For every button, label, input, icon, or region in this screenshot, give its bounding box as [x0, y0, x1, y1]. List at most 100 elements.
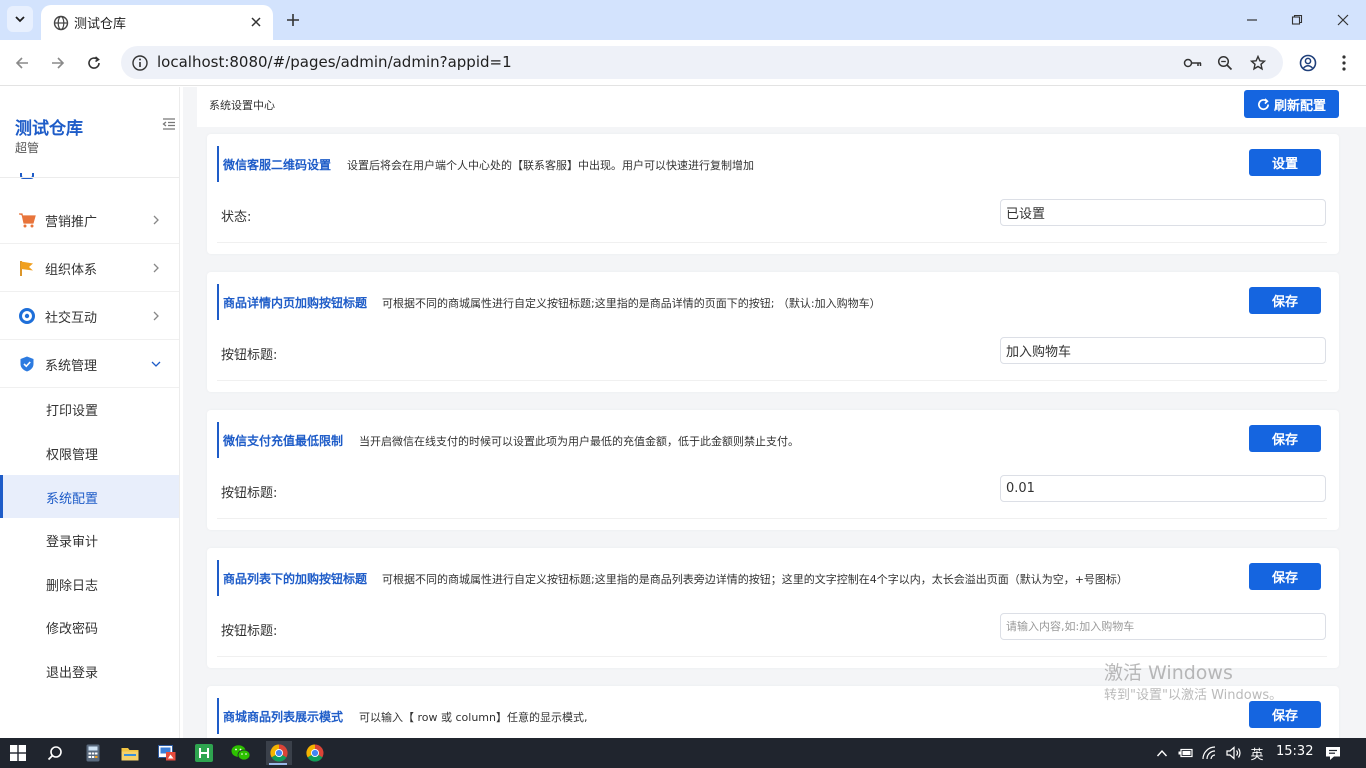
browser-tabstrip: 测试仓库 [0, 0, 1366, 40]
tab-close-button[interactable] [247, 13, 265, 31]
restore-button[interactable] [1285, 8, 1309, 32]
system-clock[interactable]: 15:32 [1276, 744, 1313, 759]
taskbar-hbuilder[interactable] [192, 741, 216, 765]
menu-item-organization[interactable]: 组织体系 [0, 244, 179, 292]
save-button[interactable]: 保存 [1249, 287, 1321, 314]
submenu-item-logout[interactable]: 退出登录 [0, 649, 179, 692]
zoom-icon [1217, 55, 1233, 71]
refresh-icon [1258, 97, 1269, 110]
button-title-input[interactable] [1000, 337, 1326, 364]
network-button[interactable] [1200, 743, 1220, 763]
browser-menu-button[interactable] [1333, 52, 1355, 74]
menu-item-social[interactable]: 社交互动 [0, 292, 179, 340]
forward-button[interactable] [46, 51, 70, 75]
min-recharge-input[interactable] [1000, 475, 1326, 502]
set-button[interactable]: 设置 [1249, 149, 1321, 176]
speaker-icon [1226, 746, 1241, 760]
submenu-item-delete-log[interactable]: 删除日志 [0, 562, 179, 605]
divider [217, 656, 1327, 657]
taskbar-file-explorer[interactable] [118, 741, 142, 765]
taskbar-chrome-secondary[interactable] [303, 741, 327, 765]
chrome-icon [306, 744, 324, 762]
menu-label: 营销推广 [45, 215, 98, 230]
show-hidden-icons-button[interactable] [1152, 743, 1172, 763]
bookmark-button[interactable] [1248, 53, 1268, 73]
submenu-item-permissions[interactable]: 权限管理 [0, 431, 179, 474]
chrome-icon [270, 744, 288, 762]
submenu-label: 登录审计 [46, 535, 99, 550]
card-title: 商品详情内页加购按钮标题 [223, 296, 368, 310]
submenu-label: 打印设置 [46, 404, 99, 419]
submenu-item-login-audit[interactable]: 登录审计 [0, 518, 179, 561]
window-close-button[interactable] [1331, 8, 1355, 32]
notification-center-button[interactable] [1323, 743, 1343, 763]
active-indicator [269, 763, 287, 765]
list-button-title-input[interactable] [1000, 613, 1326, 640]
address-bar[interactable]: localhost:8080/#/pages/admin/admin?appid… [121, 46, 1283, 79]
minimize-icon [1247, 19, 1257, 21]
wifi-icon [1202, 746, 1216, 760]
volume-button[interactable] [1224, 743, 1244, 763]
search-button[interactable] [43, 741, 67, 765]
card-title: 商城商品列表展示模式 [223, 710, 344, 724]
reload-button[interactable] [82, 51, 106, 75]
profile-icon [1299, 54, 1317, 72]
page-title: 系统设置中心 [209, 99, 275, 112]
divider [217, 518, 1327, 519]
input-method-indicator[interactable]: 英 [1247, 743, 1267, 763]
menu-item-marketing[interactable]: 营销推广 [0, 196, 179, 244]
search-icon [47, 746, 62, 761]
card-header: 商品详情内页加购按钮标题 可根据不同的商城属性进行自定义按钮标题;这里指的是商品… [217, 284, 1327, 320]
shield-icon [20, 356, 34, 372]
taskbar-chrome-active[interactable] [266, 741, 292, 765]
new-tab-button[interactable] [282, 9, 304, 31]
field-label: 状态: [221, 210, 252, 225]
content-header: 系统设置中心 [197, 87, 1366, 127]
image-viewer-icon [158, 745, 176, 761]
submenu-item-change-password[interactable]: 修改密码 [0, 605, 179, 648]
divider [217, 380, 1327, 381]
arrow-left-icon [15, 57, 28, 69]
config-card-detail-button-title: 商品详情内页加购按钮标题 可根据不同的商城属性进行自定义按钮标题;这里指的是商品… [207, 272, 1339, 392]
submenu-item-system-config[interactable]: 系统配置 [0, 475, 179, 518]
url-text[interactable]: localhost:8080/#/pages/admin/admin?appid… [157, 53, 512, 71]
password-key-button[interactable] [1183, 53, 1203, 73]
card-header: 商品列表下的加购按钮标题 可根据不同的商城属性进行自定义按钮标题;这里指的是商品… [217, 560, 1327, 596]
submenu-item-print[interactable]: 打印设置 [0, 387, 179, 430]
wechat-icon [231, 745, 251, 761]
share-icon [19, 308, 35, 324]
submenu-label: 删除日志 [46, 579, 99, 594]
tab-search-button[interactable] [7, 6, 33, 32]
card-header: 微信支付充值最低限制 当开启微信在线支付的时候可以设置此项为用户最低的充值金额，… [217, 422, 1327, 458]
refresh-config-button[interactable]: 刷新配置 [1244, 90, 1339, 118]
tab-title: 测试仓库 [74, 17, 127, 32]
taskbar-image-viewer[interactable] [155, 741, 179, 765]
info-icon[interactable] [131, 54, 149, 72]
save-button[interactable]: 保存 [1249, 563, 1321, 590]
refresh-config-label: 刷新配置 [1273, 98, 1326, 114]
key-icon [1183, 58, 1202, 68]
restore-icon [1291, 14, 1303, 25]
taskbar-wechat[interactable] [229, 741, 253, 765]
menu-label: 组织体系 [45, 263, 98, 278]
zoom-button[interactable] [1215, 53, 1235, 73]
menu-label: 系统管理 [45, 359, 98, 374]
card-description: 可以输入【 row 或 column】任意的显示模式, [359, 711, 588, 724]
menu-item-system[interactable]: 系统管理 [0, 340, 179, 388]
battery-icon [1178, 748, 1193, 758]
arrow-right-icon [52, 57, 65, 69]
minimize-button[interactable] [1240, 8, 1264, 32]
back-button[interactable] [10, 51, 34, 75]
submenu-label: 退出登录 [46, 666, 99, 681]
battery-button[interactable] [1176, 743, 1196, 763]
collapse-menu-icon[interactable] [162, 117, 176, 131]
divider [217, 242, 1327, 243]
start-button[interactable] [6, 741, 30, 765]
profile-button[interactable] [1297, 52, 1319, 74]
browser-tab[interactable]: 测试仓库 [41, 5, 273, 40]
taskbar-calculator[interactable] [81, 741, 105, 765]
save-button[interactable]: 保存 [1249, 425, 1321, 452]
windows-taskbar: 英 15:32 [0, 738, 1366, 768]
save-button[interactable]: 保存 [1249, 701, 1321, 728]
status-input[interactable] [1000, 199, 1326, 226]
